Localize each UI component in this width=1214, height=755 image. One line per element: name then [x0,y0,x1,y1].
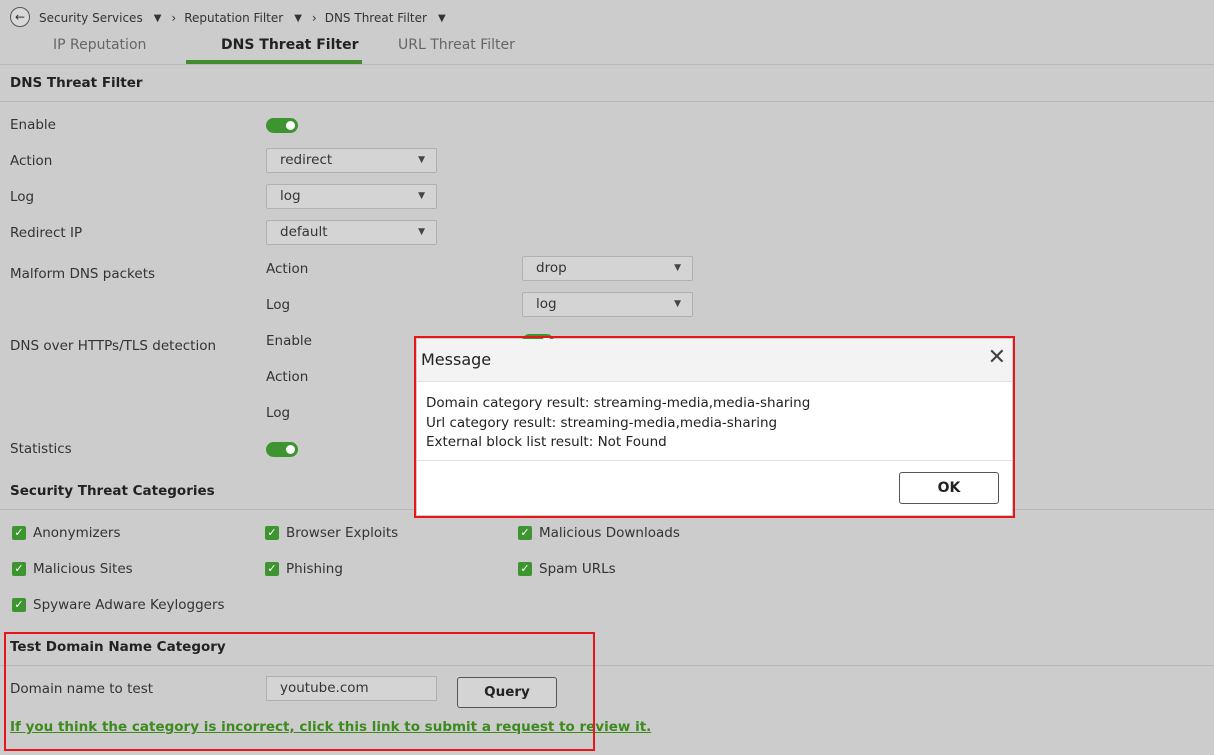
checkbox-browser-exploits[interactable]: ✓ [265,526,279,540]
action-select-value: redirect [280,152,333,168]
redirect-ip-label: Redirect IP [10,225,83,241]
malform-dns-label: Malform DNS packets [10,266,156,282]
caret-down-icon[interactable]: ▼ [154,13,162,24]
caret-down-icon: ▼ [418,155,425,165]
doh-detection-label: DNS over HTTPs/TLS detection [10,338,217,354]
tab-ip-reputation[interactable]: IP Reputation [53,37,146,53]
malform-log-select[interactable]: log ▼ [522,292,693,317]
caret-down-icon[interactable]: ▼ [438,13,446,24]
malform-action-label: Action [266,261,309,277]
chevron-right-icon: › [171,11,177,25]
caret-down-icon: ▼ [418,191,425,201]
section-title-dns-threat-filter: DNS Threat Filter [10,75,143,91]
malform-action-select-value: drop [536,260,567,276]
redirect-ip-select[interactable]: default ▼ [266,220,437,245]
enable-label: Enable [10,117,56,133]
malform-action-select[interactable]: drop ▼ [522,256,693,281]
category-label-anonymizers: Anonymizers [33,525,121,541]
breadcrumb: Security Services ▼ › Reputation Filter … [39,11,446,25]
log-label: Log [10,189,35,205]
back-arrow-icon[interactable]: ← [10,7,30,27]
action-select[interactable]: redirect ▼ [266,148,437,173]
log-select[interactable]: log ▼ [266,184,437,209]
caret-down-icon: ▼ [418,227,425,237]
category-label-browser-exploits: Browser Exploits [286,525,399,541]
enable-toggle[interactable] [266,118,298,133]
section-divider [0,101,1214,102]
highlight-box-dialog [414,336,1015,518]
chevron-right-icon: › [311,11,317,25]
caret-down-icon: ▼ [674,263,681,273]
caret-down-icon: ▼ [674,299,681,309]
category-label-spam-urls: Spam URLs [539,561,616,577]
tab-url-threat-filter[interactable]: URL Threat Filter [398,37,515,53]
checkbox-malicious-downloads[interactable]: ✓ [518,526,532,540]
checkbox-malicious-sites[interactable]: ✓ [12,562,26,576]
breadcrumb-item-reputation-filter[interactable]: Reputation Filter [184,11,283,25]
malform-log-select-value: log [536,296,557,312]
category-label-malicious-sites: Malicious Sites [33,561,133,577]
statistics-toggle[interactable] [266,442,298,457]
tab-dns-threat-filter[interactable]: DNS Threat Filter [221,37,358,53]
caret-down-icon[interactable]: ▼ [294,13,302,24]
category-label-phishing: Phishing [286,561,343,577]
highlight-box-test-domain [4,632,595,751]
tabs-divider [0,64,1214,65]
category-label-malicious-downloads: Malicious Downloads [539,525,680,541]
action-label: Action [10,153,53,169]
checkbox-anonymizers[interactable]: ✓ [12,526,26,540]
malform-log-label: Log [266,297,291,313]
statistics-label: Statistics [10,441,72,457]
doh-action-label: Action [266,369,309,385]
checkbox-spam-urls[interactable]: ✓ [518,562,532,576]
log-select-value: log [280,188,301,204]
breadcrumb-item-security-services[interactable]: Security Services [39,11,143,25]
checkbox-spyware-adware-keyloggers[interactable]: ✓ [12,598,26,612]
doh-enable-label: Enable [266,333,312,349]
doh-log-label: Log [266,405,291,421]
category-label-spyware-adware-keyloggers: Spyware Adware Keyloggers [33,597,225,613]
redirect-ip-select-value: default [280,224,328,240]
checkbox-phishing[interactable]: ✓ [265,562,279,576]
section-title-security-threat-categories: Security Threat Categories [10,483,215,499]
breadcrumb-item-dns-threat-filter[interactable]: DNS Threat Filter [325,11,427,25]
